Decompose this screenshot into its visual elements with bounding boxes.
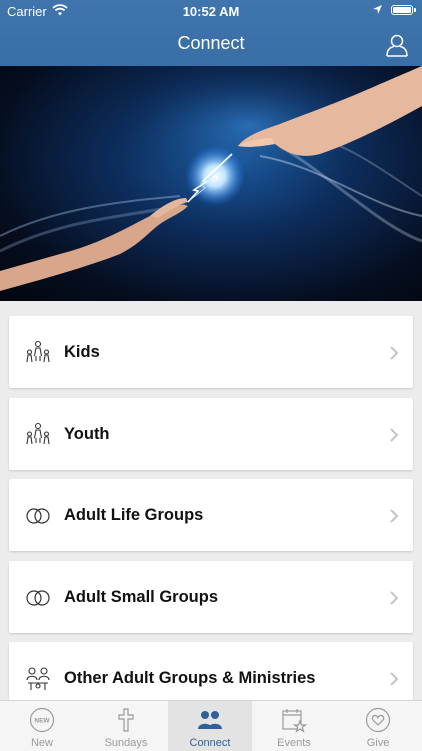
- list-item-label: Other Adult Groups & Ministries: [64, 669, 316, 687]
- people-icon: [26, 667, 50, 690]
- group-icon: [198, 711, 222, 729]
- chevron-right-icon: [390, 591, 399, 605]
- tab-give[interactable]: Give: [336, 701, 420, 751]
- circles-icon: [26, 590, 50, 606]
- calendar-star-icon: [282, 709, 307, 733]
- family-icon: [26, 340, 50, 363]
- list-item-label: Kids: [64, 343, 100, 361]
- tab-events[interactable]: Events: [252, 701, 336, 751]
- list-item-adult-life-groups[interactable]: Adult Life Groups: [9, 479, 413, 551]
- tab-label: New: [30, 737, 53, 749]
- status-time: 10:52 AM: [182, 4, 240, 19]
- heart-icon: [365, 707, 391, 733]
- circles-icon: [26, 508, 50, 524]
- hero-image: [0, 66, 422, 301]
- profile-icon[interactable]: [385, 33, 409, 57]
- tab-connect[interactable]: Connect: [168, 701, 252, 751]
- family-icon: [26, 422, 50, 445]
- svg-text:NEW: NEW: [34, 718, 50, 725]
- new-badge-icon: NEW: [29, 707, 55, 733]
- chevron-right-icon: [390, 672, 399, 686]
- list-item-label: Adult Small Groups: [64, 588, 219, 606]
- tab-bar: NEW New Sundays Connect Events Give: [0, 700, 422, 751]
- cross-icon: [118, 708, 134, 732]
- chevron-right-icon: [390, 346, 399, 360]
- list-item-youth[interactable]: Youth: [9, 398, 413, 470]
- tab-new[interactable]: NEW New: [0, 701, 84, 751]
- tab-sundays[interactable]: Sundays: [84, 701, 168, 751]
- tab-label: Sundays: [104, 737, 148, 749]
- battery-icon: [391, 5, 416, 15]
- tab-label: Give: [366, 737, 390, 749]
- list-item-label: Youth: [64, 425, 110, 443]
- page-title: Connect: [177, 33, 245, 53]
- list-item-label: Adult Life Groups: [64, 506, 204, 524]
- list-item-kids[interactable]: Kids: [9, 316, 413, 388]
- nav-header: Carrier 10:52 AM Connect: [0, 0, 422, 66]
- tab-label: Events: [277, 737, 311, 749]
- location-arrow-icon: [373, 5, 382, 14]
- list-item-adult-small-groups[interactable]: Adult Small Groups: [9, 561, 413, 633]
- tab-label: Connect: [189, 737, 231, 749]
- chevron-right-icon: [390, 509, 399, 523]
- status-bar: Carrier 10:52 AM: [0, 0, 422, 22]
- chevron-right-icon: [390, 428, 399, 442]
